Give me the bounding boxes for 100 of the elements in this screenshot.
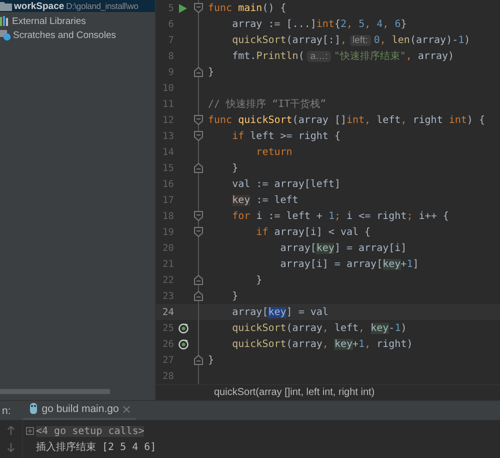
code-text: left <box>334 322 359 334</box>
line-number: 10 <box>162 82 174 94</box>
fold-icon[interactable] <box>194 3 202 13</box>
number-literal: 1 <box>358 338 365 350</box>
library-icon <box>0 16 10 26</box>
code-text: array := [...] <box>232 18 316 30</box>
code-text: (array[:] <box>286 34 340 46</box>
scrollbar[interactable] <box>0 389 110 394</box>
punctuation: , <box>380 34 387 46</box>
tree-item[interactable]: workSpace D:\goland_install\wo <box>0 0 155 12</box>
code-text: (array [] <box>292 114 346 126</box>
fold-icon[interactable] <box>194 115 202 125</box>
keyword: int <box>448 114 467 126</box>
tree-item[interactable]: External Libraries <box>0 14 155 28</box>
code-text: array[i] = array[ <box>280 258 383 270</box>
code-text: } <box>232 162 238 174</box>
code-text: left >= right { <box>250 130 340 142</box>
code-text: (array)- <box>410 34 458 46</box>
code-text: } <box>232 290 238 302</box>
fold-icon[interactable] <box>194 355 202 365</box>
punctuation: , <box>322 338 330 350</box>
number-literal: 1 <box>328 210 334 222</box>
keyword: int <box>316 18 334 30</box>
number-literal: 5 <box>358 18 365 30</box>
expand-icon[interactable] <box>26 427 34 435</box>
code-text: val := array[left] <box>232 178 340 190</box>
variable-usage: key <box>316 242 334 254</box>
punctuation: , <box>382 18 390 30</box>
down-arrow-icon[interactable] <box>7 443 15 452</box>
line-number: 25 <box>162 322 174 334</box>
code-text: { <box>334 18 340 30</box>
code-text: } <box>400 18 407 30</box>
line-number: 9 <box>167 66 174 78</box>
line-number: 19 <box>162 226 174 238</box>
punctuation: , <box>358 322 366 334</box>
variable-usage: key <box>334 338 353 350</box>
punctuation: , <box>364 18 372 30</box>
collapsed-calls: <4 go setup calls> <box>36 426 144 436</box>
code-text: ) <box>464 34 470 46</box>
recursion-icon <box>178 322 188 334</box>
function-call: Println <box>256 50 298 62</box>
function-name: quickSort <box>238 114 292 126</box>
parameter-hint: left: <box>350 34 371 46</box>
line-number: 6 <box>167 18 174 30</box>
number-literal: 1 <box>394 322 401 334</box>
fold-icon[interactable] <box>194 131 202 141</box>
code-text: } <box>208 66 214 78</box>
number-literal: 4 <box>376 18 383 30</box>
variable-usage: key <box>370 322 389 334</box>
keyword: if <box>232 130 246 142</box>
code-text: left <box>376 114 401 126</box>
code-text: i <= right <box>346 210 407 222</box>
number-literal: 1 <box>406 258 413 270</box>
code-text: array) <box>418 50 454 62</box>
line-number: 27 <box>162 354 174 366</box>
line-number: 15 <box>162 162 174 174</box>
code-text: i++ { <box>418 210 449 222</box>
code-text: fmt. <box>232 50 256 62</box>
line-number: 16 <box>162 178 174 190</box>
punctuation: , <box>340 34 346 46</box>
punctuation: , <box>322 322 330 334</box>
line-number: 13 <box>162 130 174 142</box>
breadcrumb[interactable]: quickSort(array []int, left int, right int) <box>214 387 375 398</box>
number-literal: 6 <box>394 18 401 30</box>
variable-declaration: key <box>232 194 250 206</box>
run-icon[interactable] <box>179 4 187 12</box>
punctuation: ; <box>334 210 342 222</box>
function-call: quickSort <box>232 338 286 350</box>
code-text: array[ <box>280 242 316 254</box>
code-text: ] <box>412 258 419 270</box>
code-text: } <box>256 274 262 286</box>
number-literal: 0 <box>374 34 380 46</box>
keyword: func <box>208 114 234 126</box>
code-text: array[ <box>232 306 268 318</box>
fold-icon[interactable] <box>194 67 202 77</box>
punctuation: , <box>400 114 408 126</box>
line-number: 18 <box>162 210 174 222</box>
up-arrow-icon[interactable] <box>7 426 15 435</box>
line-number: 20 <box>162 242 174 254</box>
fold-icon[interactable] <box>194 227 202 237</box>
fold-icon[interactable] <box>194 275 202 285</box>
fold-icon[interactable] <box>194 211 202 221</box>
close-icon[interactable] <box>122 406 130 412</box>
string-literal: "快速排序结束" <box>334 50 406 63</box>
console-output: 插入排序结束 [2 5 4 6] <box>36 440 156 454</box>
tree-item[interactable]: Scratches and Consoles <box>0 28 155 42</box>
punctuation: , <box>346 18 354 30</box>
line-number: 14 <box>162 146 174 158</box>
line-number: 11 <box>162 98 174 110</box>
fold-icon[interactable] <box>194 163 202 173</box>
code-text: () { <box>262 2 286 14</box>
code-text: (array <box>286 338 322 350</box>
punctuation: , <box>364 338 372 350</box>
number-literal: 2 <box>340 18 347 30</box>
punctuation: ; <box>406 210 414 222</box>
code-text: ) <box>400 322 407 334</box>
parameter-hint: a…: <box>307 50 331 62</box>
line-number: 17 <box>162 194 174 206</box>
keyword: if <box>256 226 270 238</box>
fold-icon[interactable] <box>194 291 202 301</box>
